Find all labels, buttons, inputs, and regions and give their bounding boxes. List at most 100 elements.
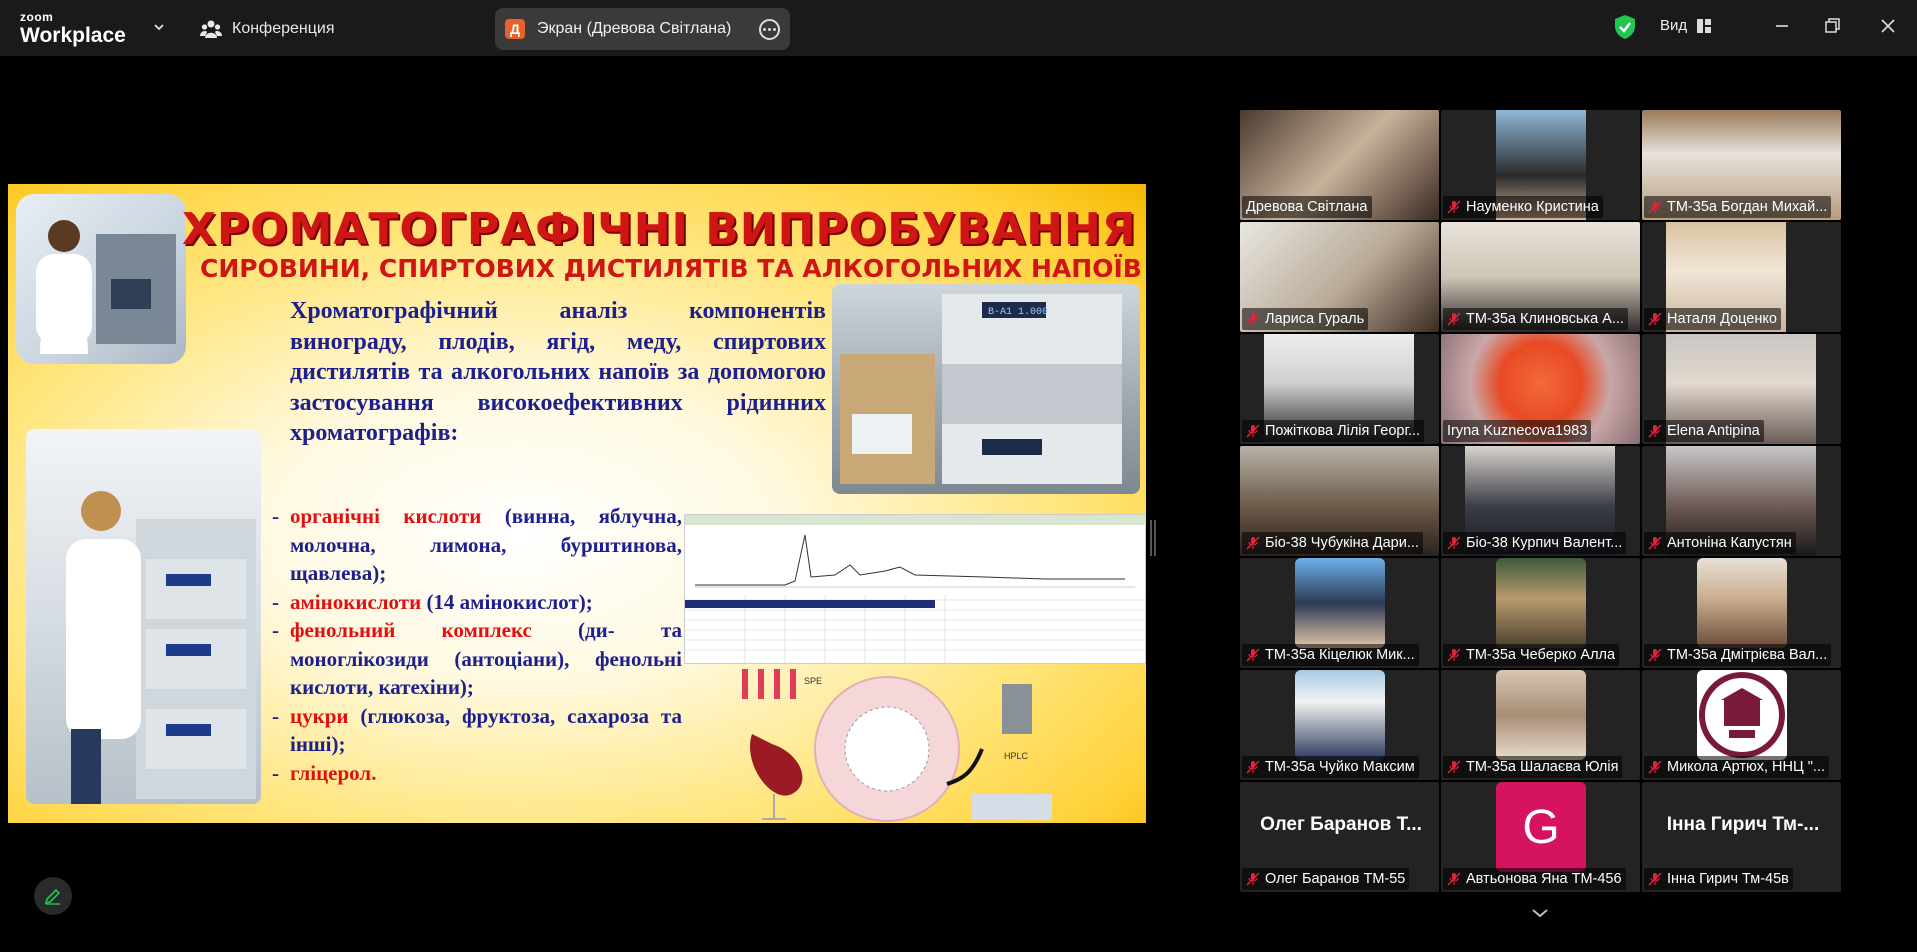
view-label: Вид bbox=[1660, 17, 1688, 34]
participant-tile[interactable]: ТМ-35а Богдан Михай... bbox=[1642, 110, 1841, 220]
participant-gallery: Древова Світлана Науменко Кристина ТМ-35… bbox=[1240, 110, 1841, 898]
chevron-down-icon[interactable] bbox=[1530, 906, 1550, 920]
muted-mic-icon bbox=[1648, 648, 1662, 662]
chevron-down-icon[interactable] bbox=[152, 20, 166, 34]
chromatogram-image bbox=[684, 514, 1146, 665]
slide-subtitle: СИРОВИНИ, СПИРТОВИХ ДИСТИЛЯТІВ ТА АЛКОГО… bbox=[200, 254, 1142, 283]
close-icon[interactable] bbox=[1876, 14, 1900, 38]
muted-mic-icon bbox=[1648, 312, 1662, 326]
hplc-scheme-image: SPE HPLC bbox=[732, 664, 1062, 823]
participant-tile[interactable]: Iryna Kuznecova1983 bbox=[1441, 334, 1640, 444]
participant-name: Наталя Доценко bbox=[1667, 311, 1777, 327]
bullet-term: амінокислоти bbox=[290, 589, 422, 614]
participant-tile[interactable]: Наталя Доценко bbox=[1642, 222, 1841, 332]
screen-share-label: Экран (Древова Світлана) bbox=[537, 20, 732, 37]
participant-name: ТМ-35а Кіцелюк Мик... bbox=[1265, 647, 1415, 663]
participant-name: ТМ-35а Чеберко Алла bbox=[1466, 647, 1616, 663]
participant-name: Микола Артюх, ННЦ "... bbox=[1667, 759, 1825, 775]
participant-nameplate: Інна Гирич Тм-45в bbox=[1644, 868, 1793, 890]
bullet-text: (14 амінокислот); bbox=[421, 589, 593, 614]
hplc-photo: B-A1 1.000 bbox=[832, 284, 1140, 494]
hplc-label: HPLC bbox=[1004, 751, 1029, 761]
participant-tile[interactable]: Антоніна Капустян bbox=[1642, 446, 1841, 556]
participant-nameplate: ТМ-35а Шалаєва Юлія bbox=[1443, 756, 1623, 778]
participant-name: Науменко Кристина bbox=[1466, 199, 1599, 215]
participant-name: ТМ-35а Шалаєва Юлія bbox=[1466, 759, 1619, 775]
participant-tile[interactable]: ТМ-35а Чеберко Алла bbox=[1441, 558, 1640, 668]
participant-display-name: Олег Баранов Т... bbox=[1260, 814, 1422, 835]
participant-nameplate: Науменко Кристина bbox=[1443, 196, 1603, 218]
participant-tile[interactable]: Науменко Кристина bbox=[1441, 110, 1640, 220]
participant-nameplate: Наталя Доценко bbox=[1644, 308, 1781, 330]
participant-nameplate: ТМ-35а Кіцелюк Мик... bbox=[1242, 644, 1419, 666]
slide-intro: Хроматографічний аналіз компонентів вино… bbox=[290, 298, 826, 446]
restore-icon[interactable] bbox=[1820, 14, 1844, 38]
participant-tile[interactable]: G Автьонова Яна ТМ-456 bbox=[1441, 782, 1640, 892]
participant-name: ТМ-35а Чуйко Максим bbox=[1265, 759, 1415, 775]
muted-mic-icon bbox=[1246, 872, 1260, 886]
bullet-term: фенольний комплекс bbox=[290, 618, 532, 642]
participant-name: Elena Antipina bbox=[1667, 423, 1760, 439]
slide-bullet-2: амінокислоти (14 амінокислот); bbox=[270, 588, 682, 617]
muted-mic-icon bbox=[1447, 536, 1461, 550]
participant-display-name: Інна Гирич Тм-... bbox=[1666, 814, 1820, 835]
bullet-text: (глюкоза, фруктоза, сахароза та інші); bbox=[290, 703, 682, 757]
participant-nameplate: Біо-38 Курпич Валент... bbox=[1443, 532, 1627, 554]
muted-mic-icon bbox=[1447, 760, 1461, 774]
muted-mic-icon bbox=[1246, 536, 1260, 550]
participant-tile[interactable]: ТМ-35а Клиновська А... bbox=[1441, 222, 1640, 332]
muted-mic-icon bbox=[1447, 200, 1461, 214]
muted-mic-icon bbox=[1246, 424, 1260, 438]
participant-tile[interactable]: Elena Antipina bbox=[1642, 334, 1841, 444]
participant-name: Iryna Kuznecova1983 bbox=[1447, 423, 1588, 439]
participant-avatar bbox=[1697, 558, 1787, 648]
view-button[interactable]: Вид bbox=[1660, 17, 1712, 34]
participant-tile[interactable]: ТМ-35а Кіцелюк Мик... bbox=[1240, 558, 1439, 668]
participant-nameplate: Антоніна Капустян bbox=[1644, 532, 1796, 554]
participant-nameplate: Автьонова Яна ТМ-456 bbox=[1443, 868, 1626, 890]
participant-tile[interactable]: Древова Світлана bbox=[1240, 110, 1439, 220]
muted-mic-icon bbox=[1246, 648, 1260, 662]
slide-bullet-1: органічні кислоти (винна, яблучна, молоч… bbox=[270, 502, 682, 588]
muted-mic-icon bbox=[1648, 760, 1662, 774]
participant-tile[interactable]: ТМ-35а Чуйко Максим bbox=[1240, 670, 1439, 780]
lab-photo-1 bbox=[16, 194, 186, 364]
screen-share-pill[interactable]: Д Экран (Древова Світлана) bbox=[495, 8, 790, 50]
participant-nameplate: ТМ-35а Дмітрієва Вал... bbox=[1644, 644, 1832, 666]
participant-name: Олег Баранов ТМ-55 bbox=[1265, 871, 1406, 887]
participant-tile[interactable]: Лариса Гураль bbox=[1240, 222, 1439, 332]
participant-tile[interactable]: ТМ-35а Дмітрієва Вал... bbox=[1642, 558, 1841, 668]
slide-title: ХРОМАТОГРАФІЧНІ ВИПРОБУВАННЯ bbox=[182, 204, 1137, 255]
participant-nameplate: Iryna Kuznecova1983 bbox=[1443, 420, 1592, 442]
participant-tile[interactable]: Біо-38 Курпич Валент... bbox=[1441, 446, 1640, 556]
participant-avatar bbox=[1295, 670, 1385, 760]
muted-mic-icon bbox=[1648, 872, 1662, 886]
participant-tile[interactable]: ТМ-35а Шалаєва Юлія bbox=[1441, 670, 1640, 780]
participant-tile[interactable]: Інна Гирич Тм-... Інна Гирич Тм-45в bbox=[1642, 782, 1841, 892]
participant-name: Пожіткова Лілія Георг... bbox=[1265, 423, 1421, 439]
participant-tile[interactable]: Біо-38 Чубукіна Дари... bbox=[1240, 446, 1439, 556]
participant-name: ТМ-35а Дмітрієва Вал... bbox=[1667, 647, 1828, 663]
muted-mic-icon bbox=[1447, 312, 1461, 326]
split-divider-handle[interactable] bbox=[1150, 520, 1156, 556]
muted-mic-icon bbox=[1447, 872, 1461, 886]
participant-nameplate: Микола Артюх, ННЦ "... bbox=[1644, 756, 1829, 778]
meeting-label: Конференция bbox=[232, 20, 335, 37]
participant-name: Інна Гирич Тм-45в bbox=[1667, 871, 1789, 887]
participant-avatar bbox=[1496, 558, 1586, 648]
more-options-icon[interactable] bbox=[759, 19, 780, 40]
meeting-button[interactable]: Конференция bbox=[200, 16, 335, 42]
participant-tile[interactable]: Микола Артюх, ННЦ "... bbox=[1642, 670, 1841, 780]
participant-name: Древова Світлана bbox=[1246, 199, 1368, 215]
logo-big-text: Workplace bbox=[20, 24, 126, 47]
minimize-icon[interactable] bbox=[1770, 14, 1794, 38]
participant-tile[interactable]: Пожіткова Лілія Георг... bbox=[1240, 334, 1439, 444]
annotate-button[interactable] bbox=[34, 877, 72, 915]
slide-bullet-list: органічні кислоти (винна, яблучна, молоч… bbox=[270, 502, 682, 787]
security-shield-icon[interactable] bbox=[1614, 14, 1636, 40]
grid-view-icon bbox=[1697, 18, 1712, 33]
bullet-term: гліцерол. bbox=[290, 760, 377, 785]
spe-label: SPE bbox=[804, 676, 822, 686]
participant-nameplate: Elena Antipina bbox=[1644, 420, 1764, 442]
participant-tile[interactable]: Олег Баранов Т... Олег Баранов ТМ-55 bbox=[1240, 782, 1439, 892]
